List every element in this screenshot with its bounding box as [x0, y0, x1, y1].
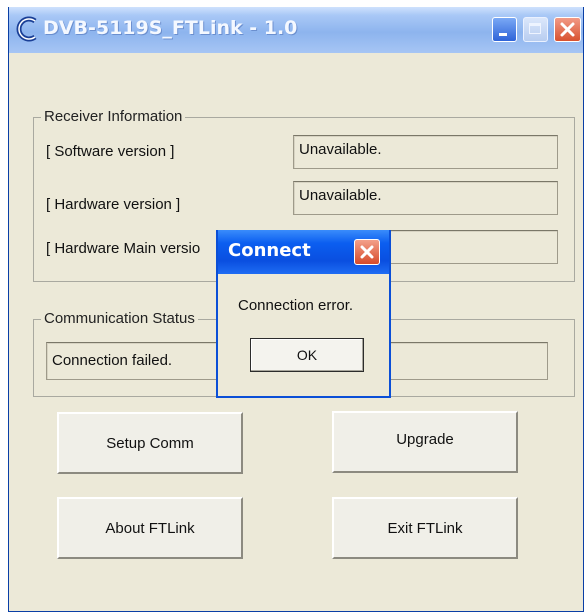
dialog-close-button[interactable]: [354, 239, 380, 265]
connect-dialog: Connect Connection error. OK: [216, 230, 391, 398]
minimize-button[interactable]: [492, 17, 517, 42]
exit-ftlink-button[interactable]: Exit FTLink: [332, 497, 518, 559]
close-icon: [560, 22, 575, 37]
close-icon: [360, 245, 374, 259]
receiver-info-title: Receiver Information: [41, 108, 186, 125]
about-ftlink-button[interactable]: About FTLink: [57, 497, 243, 559]
dialog-title-bar[interactable]: Connect: [218, 230, 389, 274]
upgrade-button[interactable]: Upgrade: [332, 411, 518, 473]
hardware-version-label: [ Hardware version ]: [46, 196, 181, 213]
title-bar[interactable]: DVB-5119S_FTLink - 1.0: [9, 7, 583, 53]
dialog-message: Connection error.: [238, 297, 354, 314]
hardware-main-version-label: [ Hardware Main versio: [46, 240, 201, 257]
dialog-title: Connect: [228, 240, 311, 261]
communication-status-title: Communication Status: [41, 310, 198, 327]
main-window: DVB-5119S_FTLink - 1.0 Receiver Informat…: [8, 7, 584, 612]
setup-comm-button[interactable]: Setup Comm: [57, 412, 243, 474]
maximize-button[interactable]: [523, 17, 548, 42]
c-logo-icon: [16, 16, 37, 42]
close-button[interactable]: [554, 17, 581, 42]
hardware-version-field: Unavailable.: [293, 181, 558, 215]
software-version-field: Unavailable.: [293, 135, 558, 169]
ok-button[interactable]: OK: [250, 338, 364, 372]
window-title: DVB-5119S_FTLink - 1.0: [43, 17, 298, 39]
software-version-label: [ Software version ]: [46, 143, 175, 160]
